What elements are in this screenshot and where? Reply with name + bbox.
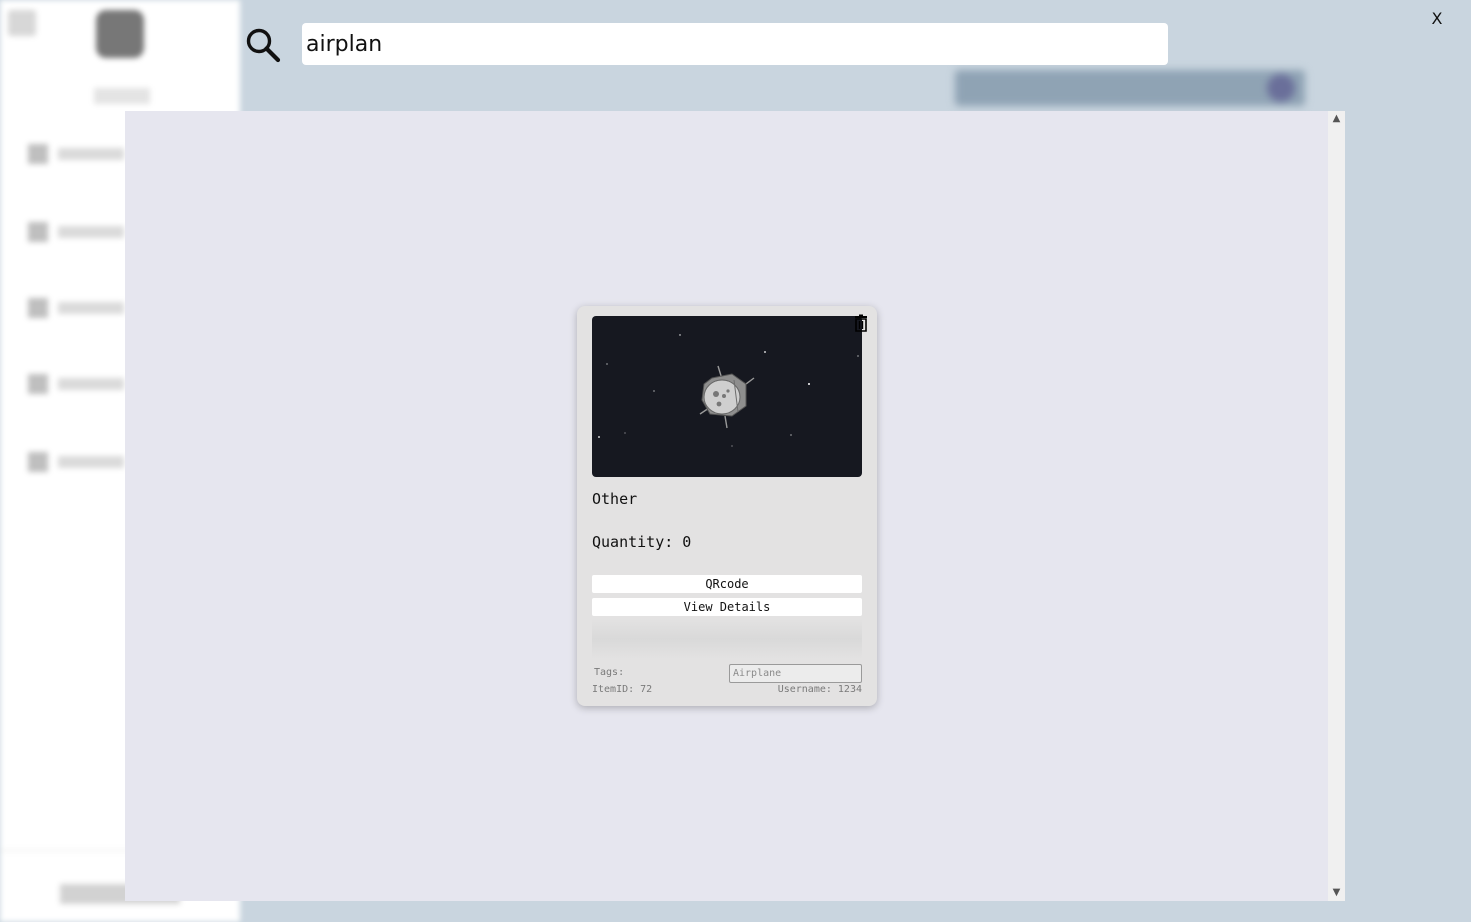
search-icon[interactable] (244, 26, 282, 64)
scroll-down-icon[interactable]: ▼ (1328, 885, 1345, 901)
qrcode-button[interactable]: QRcode (592, 575, 862, 593)
close-button[interactable]: X (1428, 8, 1446, 30)
search-input[interactable] (302, 23, 1168, 65)
background-nav-item (28, 374, 128, 394)
item-quantity: Quantity: 0 (592, 533, 692, 551)
username: Username: 1234 (777, 684, 862, 695)
background-nav-item (28, 222, 128, 242)
background-logo-text (94, 88, 150, 104)
item-category: Other (592, 490, 638, 508)
card-description-fade (592, 619, 862, 659)
trash-icon[interactable] (852, 314, 870, 332)
background-nav-item (28, 144, 128, 164)
background-nav-item (28, 298, 128, 318)
tags-label: Tags: (594, 667, 625, 678)
tags-input[interactable] (729, 664, 862, 683)
background-nav-item (28, 452, 128, 472)
view-details-button[interactable]: View Details (592, 598, 862, 616)
background-menu-icon (8, 10, 36, 36)
background-topbar (955, 70, 1305, 106)
item-card: Other Quantity: 0 QRcode View Details Ta… (577, 306, 877, 706)
background-logo (96, 10, 144, 58)
background-avatar (1267, 74, 1295, 102)
scroll-up-icon[interactable]: ▲ (1328, 111, 1345, 127)
results-scrollbar[interactable]: ▲ ▼ (1328, 111, 1345, 901)
item-id: ItemID: 72 (592, 684, 653, 695)
satellite-image (592, 316, 862, 477)
